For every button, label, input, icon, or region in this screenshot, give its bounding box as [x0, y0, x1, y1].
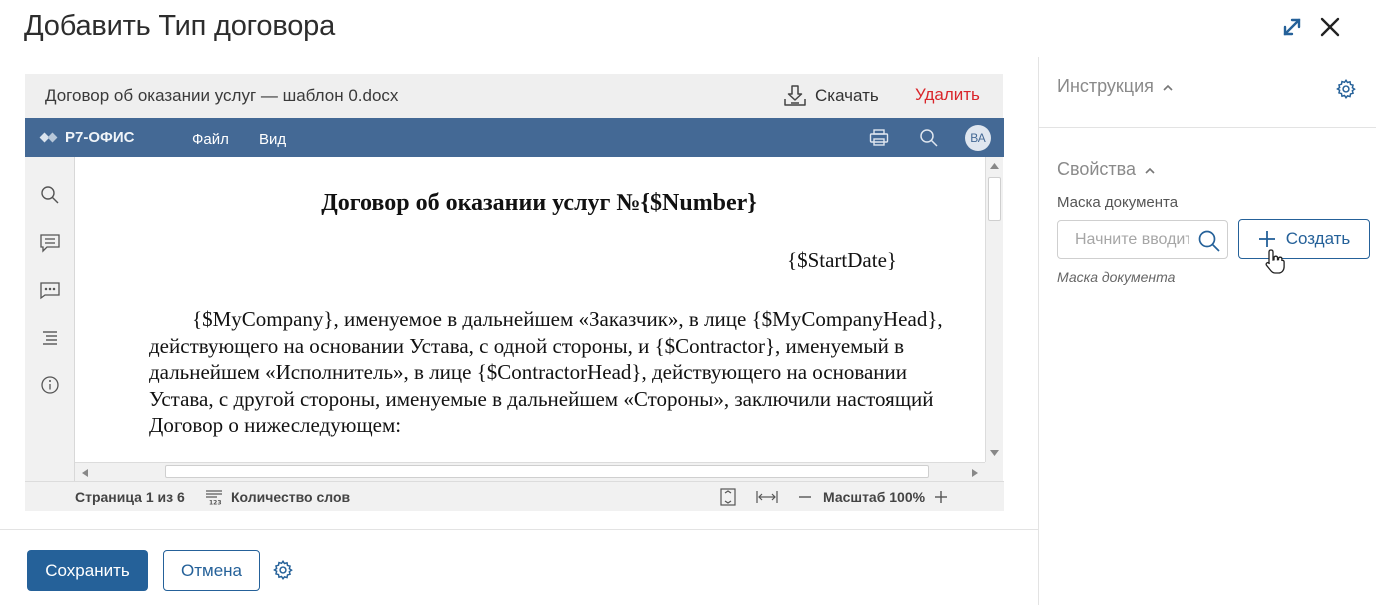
document-canvas[interactable]: Договор об оказании услуг №{$Number} {$S… [75, 157, 985, 462]
find-icon[interactable] [38, 183, 62, 207]
dialog-title: Добавить Тип договора [24, 10, 336, 42]
mask-search-field [1057, 220, 1228, 259]
scroll-up-icon[interactable] [989, 162, 1000, 170]
word-count-icon: 123 [206, 490, 222, 506]
scroll-down-icon[interactable] [989, 449, 1000, 457]
navigation-icon[interactable] [38, 326, 62, 350]
download-label: Скачать [815, 86, 879, 105]
editor-sidebar [25, 157, 75, 481]
panel-divider [1038, 57, 1039, 605]
chevron-up-icon [1163, 84, 1173, 91]
mask-input[interactable] [1075, 230, 1189, 250]
editor-logo: Р7-ОФИС [39, 129, 134, 146]
plus-icon [1258, 231, 1275, 247]
menu-view[interactable]: Вид [259, 131, 286, 148]
scroll-corner [985, 462, 1003, 481]
menu-file[interactable]: Файл [192, 131, 229, 148]
file-name: Договор об оказании услуг — шаблон 0.doc… [45, 86, 399, 105]
zoom-in-icon[interactable] [934, 489, 948, 508]
horizontal-scroll-thumb[interactable] [165, 465, 929, 478]
properties-section-toggle[interactable]: Свойства [1057, 159, 1156, 180]
vertical-scrollbar[interactable] [985, 157, 1003, 462]
chevron-up-icon [1145, 167, 1155, 174]
logo-text: Р7-ОФИС [65, 129, 135, 146]
document-paragraph: {$MyCompany}, именуемое в дальнейшем «За… [149, 307, 943, 438]
download-icon [784, 85, 806, 106]
scroll-right-icon[interactable] [971, 468, 979, 478]
footer-divider [0, 529, 1038, 530]
page-info: Страница 1 из 6 [75, 489, 185, 505]
create-mask-button[interactable]: Создать [1238, 219, 1370, 259]
properties-title: Свойства [1057, 159, 1137, 179]
horizontal-scrollbar[interactable] [75, 462, 985, 481]
info-icon[interactable] [38, 373, 62, 397]
zoom-out-icon[interactable] [798, 489, 812, 508]
search-icon[interactable] [1197, 229, 1221, 253]
user-avatar[interactable]: ВА [965, 125, 991, 151]
cancel-button[interactable]: Отмена [163, 550, 260, 591]
comments-icon[interactable] [38, 231, 62, 255]
logo-icon [39, 132, 58, 142]
chat-icon[interactable] [38, 278, 62, 302]
word-count-label: Количество слов [231, 489, 351, 505]
fit-page-icon[interactable] [719, 488, 737, 509]
document-title: Договор об оказании услуг №{$Number} [321, 190, 757, 216]
instruction-section-toggle[interactable]: Инструкция [1057, 76, 1174, 97]
scroll-left-icon[interactable] [81, 468, 89, 478]
delete-button[interactable]: Удалить [915, 85, 980, 105]
mask-hint: Маска документа [1057, 269, 1176, 285]
mask-label: Маска документа [1057, 194, 1179, 211]
download-button[interactable]: Скачать [783, 84, 879, 108]
print-icon[interactable] [868, 127, 890, 149]
status-bar: Страница 1 из 6 123 Количество слов Масш… [25, 481, 1004, 511]
save-button[interactable]: Сохранить [27, 550, 148, 591]
file-bar: Договор об оказании услуг — шаблон 0.doc… [25, 74, 1003, 118]
vertical-scroll-thumb[interactable] [988, 177, 1001, 221]
editor-toolbar: Р7-ОФИС Файл Вид ВА [25, 118, 1004, 157]
word-count[interactable]: 123 Количество слов [205, 489, 350, 505]
fit-width-icon[interactable] [756, 489, 778, 508]
zoom-label: Масштаб 100% [823, 489, 926, 505]
hand-cursor-icon [1264, 248, 1286, 281]
svg-text:123: 123 [209, 500, 222, 506]
instruction-settings-icon[interactable] [1335, 78, 1357, 100]
instruction-divider [1039, 127, 1376, 128]
document-date: {$StartDate} [787, 248, 897, 272]
create-label: Создать [1285, 229, 1351, 248]
expand-icon[interactable] [1279, 14, 1305, 40]
search-icon[interactable] [918, 127, 940, 149]
close-icon[interactable] [1317, 14, 1343, 40]
instruction-title: Инструкция [1057, 76, 1154, 96]
settings-gear-icon[interactable] [272, 559, 294, 581]
